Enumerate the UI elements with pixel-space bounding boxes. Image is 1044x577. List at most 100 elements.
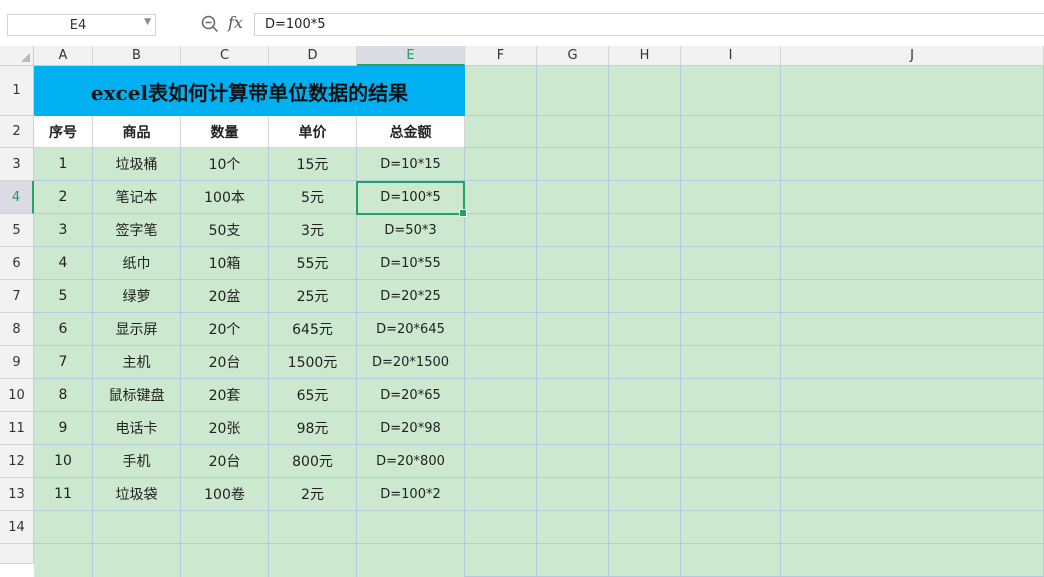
header-cell[interactable]: 数量 xyxy=(181,116,269,148)
table-cell[interactable]: 10个 xyxy=(181,148,269,181)
table-cell[interactable]: 10 xyxy=(34,445,93,478)
select-all-corner[interactable] xyxy=(0,46,34,66)
table-cell[interactable]: 5元 xyxy=(269,181,357,214)
table-cell[interactable]: D=20*645 xyxy=(357,313,465,346)
table-cell[interactable]: D=20*1500 xyxy=(357,346,465,379)
row-header-5[interactable]: 5 xyxy=(0,214,34,247)
column-header-e[interactable]: E xyxy=(357,46,465,66)
table-cell[interactable]: 3 xyxy=(34,214,93,247)
active-cell-selection[interactable] xyxy=(356,181,467,217)
gridline xyxy=(780,66,781,577)
table-cell[interactable]: 垃圾桶 xyxy=(93,148,181,181)
row-header-2[interactable]: 2 xyxy=(0,116,34,148)
table-cell[interactable]: 98元 xyxy=(269,412,357,445)
table-cell[interactable]: D=100*2 xyxy=(357,478,465,511)
spreadsheet-grid[interactable]: A B C D E F G H I J 1 2 3 4 5 6 7 8 9 10 11 12 13 14 excel表如何计算带… xyxy=(0,0,1044,577)
table-cell[interactable]: 签字笔 xyxy=(93,214,181,247)
table-cell[interactable]: D=10*15 xyxy=(357,148,465,181)
column-header-c[interactable]: C xyxy=(181,46,269,66)
row-header-14[interactable]: 14 xyxy=(0,511,34,544)
table-cell[interactable]: D=50*3 xyxy=(357,214,465,247)
table-cell[interactable]: 800元 xyxy=(269,445,357,478)
table-cell[interactable]: 1500元 xyxy=(269,346,357,379)
row-header-12[interactable]: 12 xyxy=(0,445,34,478)
table-cell[interactable]: D=10*55 xyxy=(357,247,465,280)
table-cell[interactable]: 15元 xyxy=(269,148,357,181)
table-cell[interactable]: 绿萝 xyxy=(93,280,181,313)
gridline xyxy=(465,543,1044,544)
row-header-13[interactable]: 13 xyxy=(0,478,34,511)
table-cell[interactable]: 手机 xyxy=(93,445,181,478)
row-header-9[interactable]: 9 xyxy=(0,346,34,379)
table-cell[interactable]: 55元 xyxy=(269,247,357,280)
header-cell[interactable]: 商品 xyxy=(93,116,181,148)
table-cell[interactable]: D=20*98 xyxy=(357,412,465,445)
gridline xyxy=(465,378,1044,379)
table-cell[interactable]: 7 xyxy=(34,346,93,379)
table-cell[interactable]: 纸巾 xyxy=(93,247,181,280)
table-cell[interactable]: 垃圾袋 xyxy=(93,478,181,511)
table-cell[interactable]: 20个 xyxy=(181,313,269,346)
header-cell[interactable]: 总金额 xyxy=(357,116,465,148)
row-header-1[interactable]: 1 xyxy=(0,66,34,116)
table-cell[interactable]: 100本 xyxy=(181,181,269,214)
row-header-7[interactable]: 7 xyxy=(0,280,34,313)
table-cell[interactable]: 电话卡 xyxy=(93,412,181,445)
table-cell[interactable]: D=20*25 xyxy=(357,280,465,313)
row-header-8[interactable]: 8 xyxy=(0,313,34,346)
gridline xyxy=(680,66,681,577)
column-header-h[interactable]: H xyxy=(609,46,681,66)
gridline xyxy=(465,279,1044,280)
table-cell[interactable]: 65元 xyxy=(269,379,357,412)
column-header-j[interactable]: J xyxy=(781,46,1044,66)
gridline xyxy=(465,115,1044,116)
table-cell[interactable]: 20台 xyxy=(181,346,269,379)
table-cell[interactable]: 笔记本 xyxy=(93,181,181,214)
table-cell[interactable]: 20台 xyxy=(181,445,269,478)
header-cell[interactable]: 单价 xyxy=(269,116,357,148)
table-cell[interactable]: 3元 xyxy=(269,214,357,247)
column-header-i[interactable]: I xyxy=(681,46,781,66)
gridline xyxy=(465,180,1044,181)
sheet-title[interactable]: excel表如何计算带单位数据的结果 xyxy=(34,66,465,116)
column-header-b[interactable]: B xyxy=(93,46,181,66)
gridline xyxy=(34,543,465,544)
table-cell[interactable]: 50支 xyxy=(181,214,269,247)
table-cell[interactable]: 2 xyxy=(34,181,93,214)
table-cell[interactable]: 5 xyxy=(34,280,93,313)
column-header-g[interactable]: G xyxy=(537,46,609,66)
table-cell[interactable]: 11 xyxy=(34,478,93,511)
gridline xyxy=(465,246,1044,247)
table-cell[interactable]: 8 xyxy=(34,379,93,412)
table-cell[interactable]: 20盆 xyxy=(181,280,269,313)
table-cell[interactable]: 鼠标键盘 xyxy=(93,379,181,412)
column-header-d[interactable]: D xyxy=(269,46,357,66)
table-cell[interactable]: 25元 xyxy=(269,280,357,313)
table-cell[interactable]: D=20*65 xyxy=(357,379,465,412)
table-cell[interactable]: 6 xyxy=(34,313,93,346)
table-cell[interactable]: 主机 xyxy=(93,346,181,379)
row-header-10[interactable]: 10 xyxy=(0,379,34,412)
table-cell[interactable]: 20套 xyxy=(181,379,269,412)
table-cell[interactable]: 9 xyxy=(34,412,93,445)
fill-handle[interactable] xyxy=(459,209,467,217)
row-header-4[interactable]: 4 xyxy=(0,181,34,214)
row-header-11[interactable]: 11 xyxy=(0,412,34,445)
table-cell[interactable]: 20张 xyxy=(181,412,269,445)
table-cell[interactable]: 100卷 xyxy=(181,478,269,511)
gridline xyxy=(536,66,537,577)
table-cell[interactable]: 645元 xyxy=(269,313,357,346)
header-cell[interactable]: 序号 xyxy=(34,116,93,148)
table-cell[interactable]: 2元 xyxy=(269,478,357,511)
table-cell[interactable]: 10箱 xyxy=(181,247,269,280)
table-cell[interactable]: 1 xyxy=(34,148,93,181)
gridline xyxy=(465,345,1044,346)
row-header-3[interactable]: 3 xyxy=(0,148,34,181)
table-cell[interactable]: 4 xyxy=(34,247,93,280)
gridline xyxy=(356,511,357,577)
column-header-f[interactable]: F xyxy=(465,46,537,66)
table-cell[interactable]: D=20*800 xyxy=(357,445,465,478)
row-header-6[interactable]: 6 xyxy=(0,247,34,280)
column-header-a[interactable]: A xyxy=(34,46,93,66)
table-cell[interactable]: 显示屏 xyxy=(93,313,181,346)
